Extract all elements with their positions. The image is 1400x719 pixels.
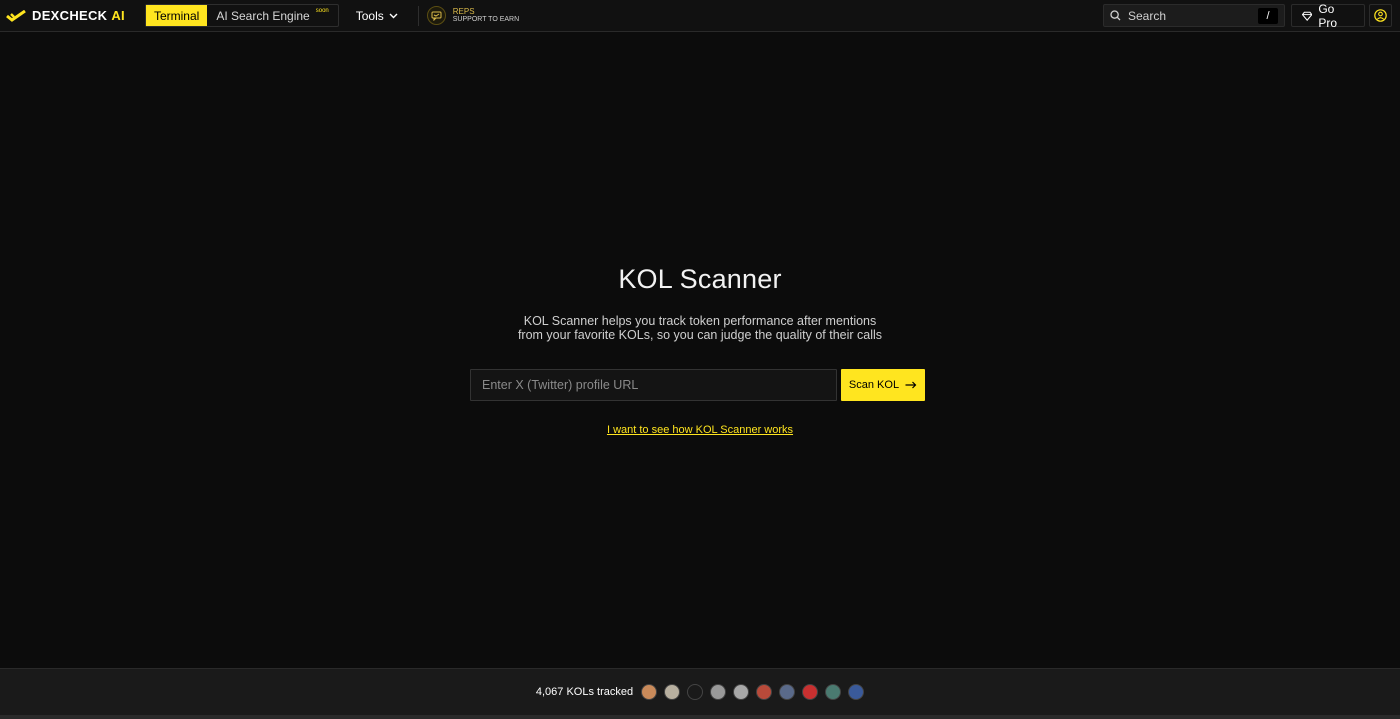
reps-title: REPS	[452, 6, 475, 16]
kol-avatar-list	[641, 684, 865, 700]
scan-kol-button[interactable]: Scan KOL	[841, 369, 925, 401]
soon-badge: soon	[315, 7, 329, 14]
chevron-down-icon	[389, 13, 398, 18]
kol-avatar-3[interactable]	[687, 684, 704, 700]
kol-avatar-9[interactable]	[825, 684, 842, 700]
kol-avatar-2[interactable]	[664, 684, 681, 700]
kol-tracked-footer: 4,067 KOLs tracked	[0, 668, 1400, 715]
arrow-right-icon	[905, 381, 917, 389]
kol-avatar-8[interactable]	[802, 684, 819, 700]
reps-subtitle: SUPPORT TO EARN	[452, 15, 520, 23]
search-input[interactable]: Search /	[1103, 4, 1285, 27]
kols-tracked-count: 4,067 KOLs tracked	[535, 686, 634, 698]
user-icon	[1374, 9, 1387, 22]
search-shortcut-key: /	[1258, 7, 1278, 24]
kol-avatar-5[interactable]	[733, 684, 750, 700]
search-placeholder: Search	[1128, 8, 1167, 23]
nav-divider	[417, 5, 419, 26]
go-pro-button[interactable]: Go Pro	[1291, 1, 1365, 30]
kol-avatar-7[interactable]	[779, 684, 796, 700]
tools-label: Tools	[355, 8, 384, 23]
go-pro-label: Go Pro	[1318, 1, 1338, 30]
tab-ai-search-label: AI Search Engine	[216, 8, 310, 23]
how-it-works-container: I want to see how KOL Scanner works	[0, 424, 1400, 436]
nav-group: Terminal AI Search Engine soon	[144, 4, 339, 27]
how-it-works-link[interactable]: I want to see how KOL Scanner works	[607, 424, 793, 436]
top-navbar: DEXCHECK AI Terminal AI Search Engine soo…	[0, 0, 1400, 32]
reps-text: REPS SUPPORT TO EARN	[452, 6, 520, 24]
tab-ai-search-engine[interactable]: AI Search Engine soon	[207, 5, 337, 26]
brand-name: DEXCHECK AI	[32, 8, 125, 23]
tools-menu[interactable]: Tools	[356, 0, 398, 32]
dexcheck-logo-icon	[6, 9, 26, 22]
page-title: KOL Scanner	[618, 264, 782, 294]
description-line-1: KOL Scanner helps you track token perfor…	[523, 314, 877, 328]
reps-icon	[426, 6, 446, 25]
brand-logo[interactable]: DEXCHECK AI	[6, 0, 125, 32]
diamond-icon	[1302, 11, 1313, 21]
scan-kol-label: Scan KOL	[848, 379, 900, 391]
description-line-2: from your favorite KOLs, so you can judg…	[517, 328, 883, 342]
bottom-strip	[0, 715, 1400, 719]
kol-avatar-10[interactable]	[848, 684, 865, 700]
page-description: KOL Scanner helps you track token perfor…	[0, 314, 1400, 342]
tab-terminal[interactable]: Terminal	[145, 5, 208, 26]
twitter-url-input[interactable]	[470, 369, 837, 401]
search-icon	[1110, 10, 1121, 21]
profile-button[interactable]	[1369, 4, 1392, 27]
kol-avatar-4[interactable]	[710, 684, 727, 700]
kol-avatar-6[interactable]	[756, 684, 773, 700]
scan-form: Scan KOL	[470, 369, 925, 401]
reps-link[interactable]: REPS SUPPORT TO EARN	[426, 6, 520, 25]
kol-avatar-1[interactable]	[641, 684, 658, 700]
